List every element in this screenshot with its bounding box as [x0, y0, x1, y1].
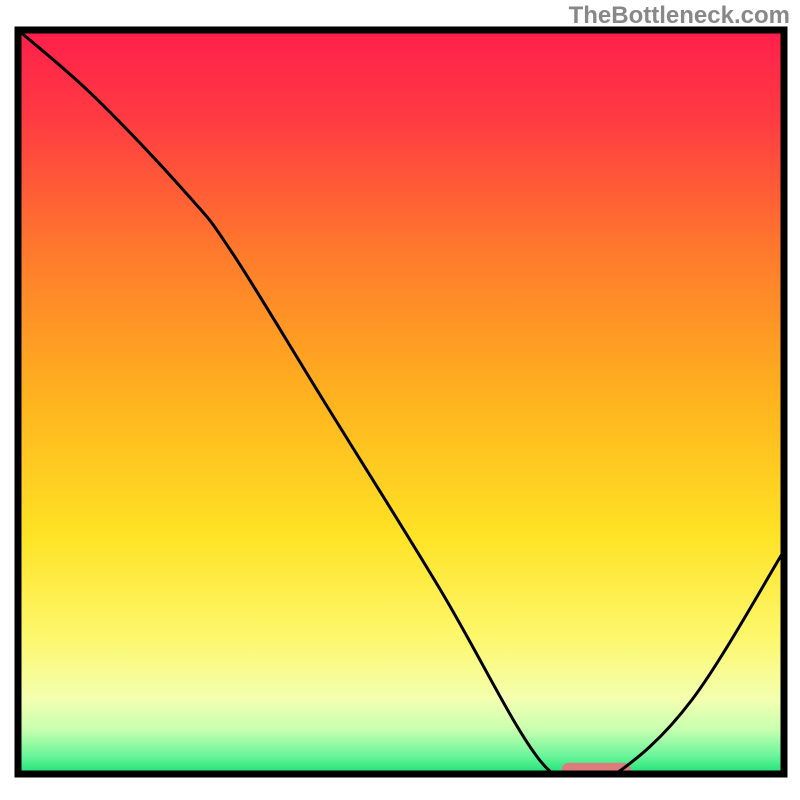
gradient-background: [18, 30, 784, 774]
chart-svg: [0, 0, 800, 800]
watermark-text: TheBottleneck.com: [569, 2, 790, 30]
bottleneck-chart: TheBottleneck.com: [0, 0, 800, 800]
